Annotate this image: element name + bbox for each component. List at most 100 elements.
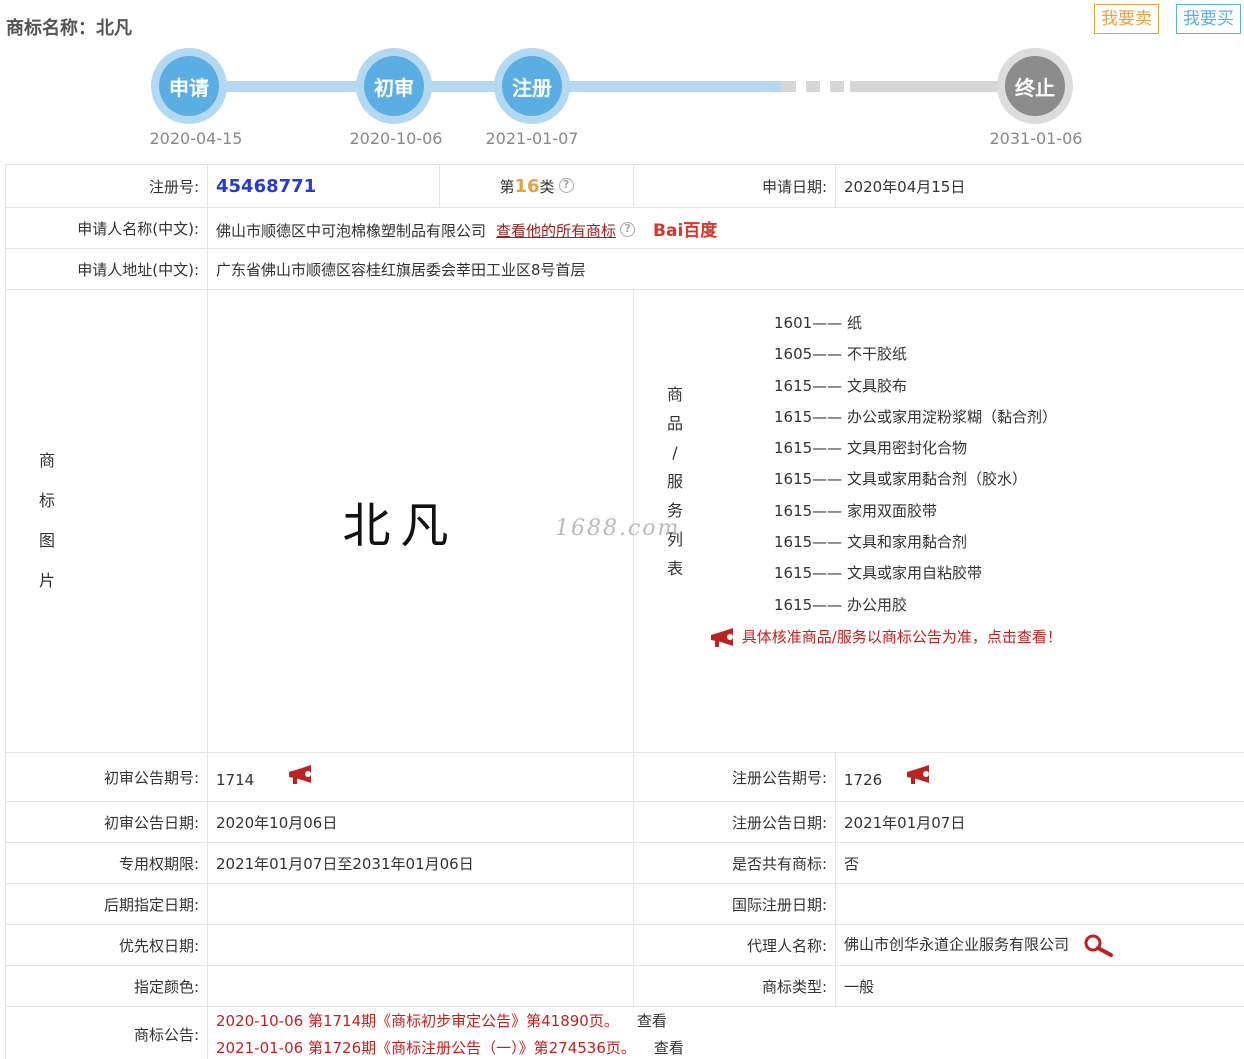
agent-value: 佛山市创华永道企业服务有限公司 [844,935,1070,954]
baidu-search-icon[interactable]: Bai百度 [653,221,717,241]
class-suffix: 类 [539,177,555,196]
apply-date-value: 2020年04月15日 [835,164,1244,208]
table-row: 专用权期限: 2021年01月07日至2031年01月06日 是否共有商标: 否 [5,842,1244,884]
shared-label: 是否共有商标: [633,842,836,884]
intl-date-label: 国际注册日期: [633,883,836,925]
type-label: 商标类型: [633,965,836,1007]
megaphone-icon[interactable] [905,765,933,785]
class-number: 16 [514,175,540,197]
help-icon[interactable]: ? [558,177,574,193]
goods-item: 1615—— 文具和家用黏合剂 [774,533,967,552]
buy-button[interactable]: 我要买 [1176,4,1241,34]
timeline-dash [830,81,844,92]
reg-notice-no-value: 1726 [844,771,883,789]
timeline-step-end: 终止 [997,48,1073,124]
table-row: 注册号: 45468771 第16类? 申请日期: 2020年04月15日 [5,164,1244,208]
type-value: 一般 [835,965,1244,1007]
megaphone-icon[interactable] [287,765,315,785]
apply-date-label: 申请日期: [633,164,836,208]
reg-notice-date-value: 2021年01月07日 [835,801,1244,843]
shared-value: 否 [835,842,1244,884]
table-row: 申请人名称(中文): 佛山市顺德区中可泡棉橡塑制品有限公司 查看他的所有商标? Ba… [5,207,1244,249]
reg-no-value: 45468771 [216,175,317,197]
step-date: 2020-04-15 [149,129,243,148]
help-icon[interactable]: ? [620,221,636,237]
prelim-date-label: 初审公告日期: [5,801,208,843]
goods-item: 1615—— 文具用密封化合物 [774,439,967,458]
notice-label: 商标公告: [5,1006,208,1059]
applicant-label: 申请人名称(中文): [5,207,208,249]
prelim-date-value: 2020年10月06日 [207,801,634,843]
later-date-label: 后期指定日期: [5,883,208,925]
term-label: 专用权期限: [5,842,208,884]
reg-notice-date-label: 注册公告日期: [633,801,836,843]
color-value [207,965,634,1007]
notice-item: 2021-01-06 第1726期《商标注册公告（一）》第274536页。 查看 [216,1035,1236,1059]
step-date: 2021-01-07 [485,129,579,148]
reg-notice-no-label: 注册公告期号: [633,752,836,802]
megaphone-icon [711,627,733,647]
agent-label: 代理人名称: [633,924,836,966]
priority-label: 优先权日期: [5,924,208,966]
notice-view-link[interactable]: 查看 [654,1039,684,1057]
step-label: 注册 [502,56,562,116]
table-row: 初审公告日期: 2020年10月06日 注册公告日期: 2021年01月07日 [5,801,1244,843]
sell-button[interactable]: 我要卖 [1094,4,1159,34]
timeline-step-register: 注册 [494,48,570,124]
color-label: 指定颜色: [5,965,208,1007]
table-row: 商标公告: 2020-10-06 第1714期《商标初步审定公告》第41890页… [5,1006,1244,1059]
image-label: 商标图片 [14,441,80,601]
goods-item: 1601—— 纸 [774,314,862,332]
table-row: 指定颜色: 商标类型: 一般 [5,965,1244,1007]
timeline-dash [806,81,820,92]
notice-text: 2021-01-06 第1726期《商标注册公告（一）》第274536页。 [216,1038,636,1057]
mark-image-cell: 北凡 [207,289,634,753]
address-label: 申请人地址(中文): [5,248,208,290]
goods-item: 1615—— 办公或家用淀粉浆糊（黏合剂） [774,407,1057,426]
goods-item: 1615—— 家用双面胶带 [774,501,937,520]
step-label: 申请 [159,56,219,116]
address-value: 广东省佛山市顺德区容桂红旗居委会莘田工业区8号首层 [207,248,1244,290]
goods-list: 1601—— 纸 1605—— 不干胶纸 1615—— 文具胶布 1615—— 办公或… [634,308,1057,621]
table-row: 后期指定日期: 国际注册日期: [5,883,1244,925]
vertical-label-char: 片 [38,571,55,590]
step-date: 2031-01-06 [989,129,1083,148]
reg-no-label: 注册号: [5,164,208,208]
search-icon[interactable] [1082,933,1114,957]
intl-date-value [835,883,1244,925]
trademark-info-table: 注册号: 45468771 第16类? 申请日期: 2020年04月15日 申请… [5,164,1244,1059]
goods-item: 1615—— 文具或家用黏合剂（胶水） [774,470,1027,489]
timeline-dash [782,81,796,92]
table-row: 商标图片 北凡 商品 / 服务列表 1601—— 纸 1605—— 不干胶纸 1615—… [5,289,1244,753]
step-date: 2020-10-06 [349,129,443,148]
image-label-cell: 商标图片 [5,289,208,753]
goods-item: 1615—— 办公用胶 [774,595,907,614]
timeline-step-apply: 申请 [151,48,227,124]
vertical-label-char: 商 [38,451,55,470]
goods-note-text[interactable]: 具体核准商品/服务以商标公告为准，点击查看！ [742,628,1062,646]
all-marks-link[interactable]: 查看他的所有商标 [496,222,616,240]
table-row: 申请人地址(中文): 广东省佛山市顺德区容桂红旗居委会莘田工业区8号首层 [5,248,1244,290]
table-row: 初审公告期号: 1714 注册公告期号: 1726 [5,752,1244,802]
vertical-label-char: 标 [38,491,55,510]
prelim-no-value: 1714 [216,771,255,789]
goods-item: 1605—— 不干胶纸 [774,345,907,364]
timeline-step-prelim: 初审 [356,48,432,124]
class-cell: 第16类? [439,164,634,208]
notice-text: 2020-10-06 第1714期《商标初步审定公告》第41890页。 [216,1011,619,1030]
prelim-no-label: 初审公告期号: [5,752,208,802]
step-label: 终止 [1005,56,1065,116]
goods-cell: 商品 / 服务列表 1601—— 纸 1605—— 不干胶纸 1615—— 文具胶布 16… [633,289,1244,753]
applicant-value: 佛山市顺德区中可泡棉橡塑制品有限公司 [216,221,487,240]
mark-image: 北凡 [342,498,459,554]
table-row: 优先权日期: 代理人名称: 佛山市创华永道企业服务有限公司 [5,924,1244,966]
vertical-label-char: 图 [38,531,55,550]
timeline-progress-bar [188,81,782,92]
notice-view-link[interactable]: 查看 [637,1012,667,1030]
priority-value [207,924,634,966]
goods-note[interactable]: 具体核准商品/服务以商标公告为准，点击查看！ [709,626,1062,648]
class-prefix: 第 [499,177,515,196]
notice-item: 2020-10-06 第1714期《商标初步审定公告》第41890页。 查看 [216,1008,1236,1035]
page-title: 商标名称：北凡 [6,18,132,39]
step-label: 初审 [364,56,424,116]
